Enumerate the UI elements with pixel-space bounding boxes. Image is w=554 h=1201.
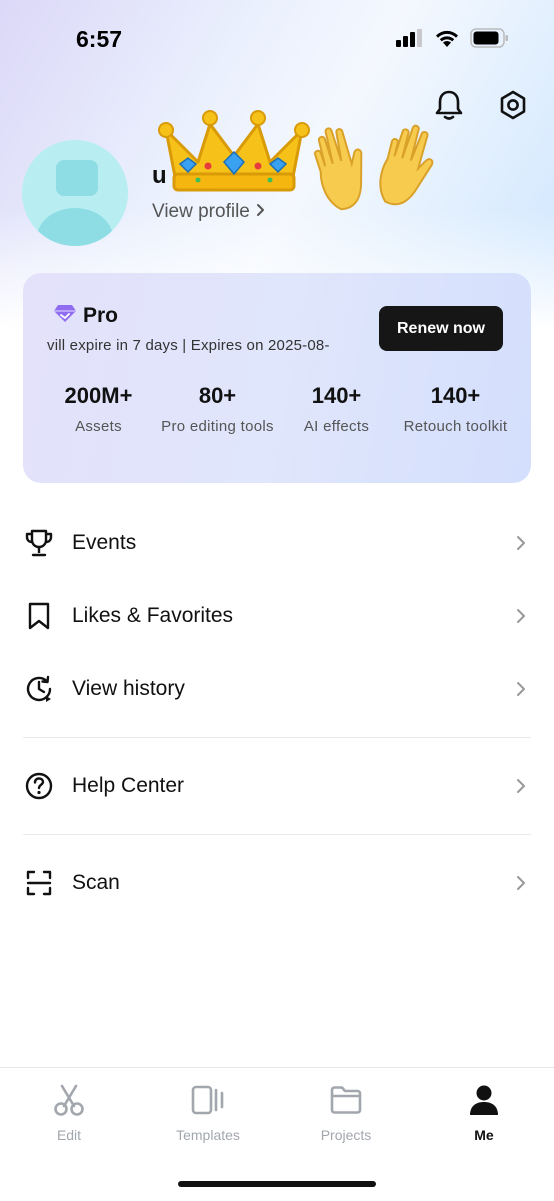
history-icon [23,673,55,705]
avatar[interactable] [22,140,128,246]
nav-tab-edit[interactable]: Edit [9,1084,129,1143]
pro-title-label: Pro [83,304,119,327]
crown-sticker [158,104,310,199]
status-time: 6:57 [76,26,123,52]
avatar-placeholder-icon [22,140,128,246]
nav-tab-me[interactable]: Me [424,1084,544,1143]
view-profile-label: View profile [152,201,250,222]
menu-item-help-center[interactable]: Help Center [0,758,554,814]
stat-label: Retouch toolkit [403,418,508,435]
stat-label: Assets [75,418,122,435]
view-profile-link[interactable]: View profile [152,201,266,223]
pro-diamond-icon [53,303,77,329]
home-indicator [178,1181,376,1187]
signal-icon [396,29,424,52]
stat-value: 200M+ [64,383,133,408]
status-bar: 6:57 [0,0,554,84]
settings-button[interactable] [498,90,528,124]
pro-membership-card[interactable]: Pro vill expire in 7 days | Expires on 2… [23,273,531,483]
stat-value: 140+ [311,383,362,408]
stat-retouch-toolkit: 140+ Retouch toolkit [396,383,515,436]
chevron-right-icon [514,679,528,699]
divider [23,737,531,738]
stat-label: Pro editing tools [161,418,274,435]
header-actions [434,90,528,124]
wifi-icon [434,29,460,53]
divider [23,834,531,835]
nav-label: Edit [56,1127,82,1143]
pro-title: Pro [53,303,118,329]
templates-icon [191,1084,225,1121]
stat-value: 140+ [430,383,481,408]
nav-tab-templates[interactable]: Templates [148,1084,268,1143]
stat-assets: 200M+ Assets [39,383,158,436]
chevron-right-icon [514,606,528,626]
help-icon [23,770,55,802]
menu-item-likes-favorites[interactable]: Likes & Favorites [0,588,554,644]
user-icon [467,1084,501,1121]
renew-now-button[interactable]: Renew now [379,306,503,351]
waving-hands-sticker [312,120,442,217]
status-icons [396,28,510,53]
menu-label: Events [72,531,137,554]
nav-label: Projects [320,1127,372,1143]
pro-stats: 200M+ Assets 80+ Pro editing tools 140+ … [39,383,515,436]
scissors-icon [52,1084,86,1121]
bookmark-icon [23,600,55,632]
stat-pro-editing-tools: 80+ Pro editing tools [158,383,277,436]
chevron-right-icon [514,873,528,893]
stat-label: AI effects [303,418,370,435]
stat-value: 80+ [198,383,237,408]
nav-label: Templates [176,1127,240,1143]
menu-label: Likes & Favorites [72,604,234,627]
chevron-right-icon [514,533,528,553]
menu-label: Scan [72,871,120,894]
menu-item-scan[interactable]: Scan [0,855,554,911]
menu-label: View history [72,677,185,700]
menu-item-view-history[interactable]: View history [0,661,554,717]
folder-icon [329,1084,363,1121]
pro-expiry-text: vill expire in 7 days | Expires on 2025-… [47,337,330,354]
trophy-icon [23,527,55,559]
menu-label: Help Center [72,774,185,797]
scan-icon [23,867,55,899]
battery-icon [470,28,510,53]
chevron-right-icon [514,776,528,796]
nav-tab-projects[interactable]: Projects [286,1084,406,1143]
nav-label: Me [474,1127,494,1143]
chevron-right-icon [256,201,266,223]
notifications-button[interactable] [434,90,464,124]
stat-ai-effects: 140+ AI effects [277,383,396,436]
settings-icon [498,89,528,126]
menu-item-events[interactable]: Events [0,515,554,571]
